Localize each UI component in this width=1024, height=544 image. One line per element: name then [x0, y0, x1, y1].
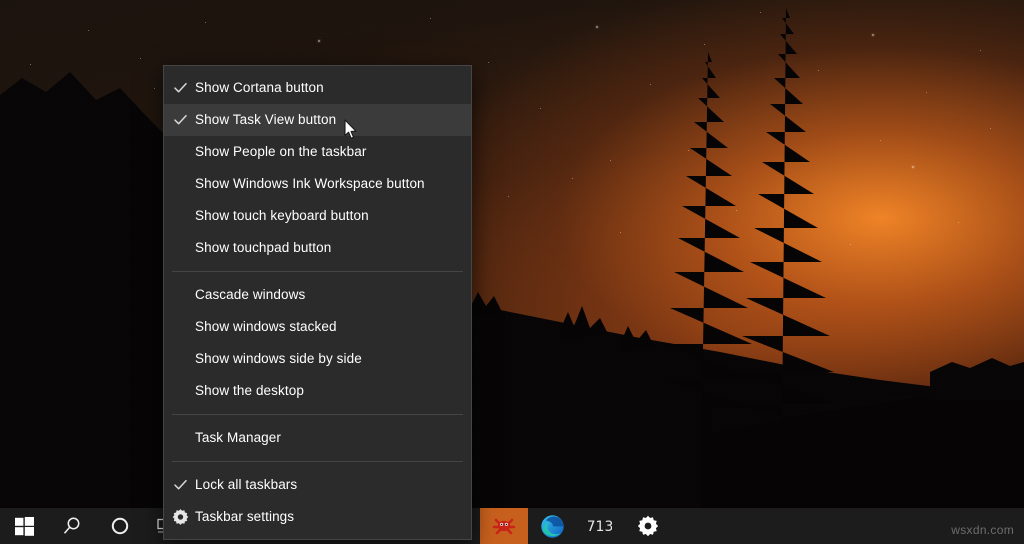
search-icon [63, 517, 80, 534]
app-orange-crab-icon [492, 518, 516, 535]
menu-item-label: Show windows side by side [195, 351, 362, 367]
mouse-cursor [344, 119, 357, 139]
check-icon [173, 81, 188, 96]
menu-item-show-windows-ink-workspace-button[interactable]: Show Windows Ink Workspace button [164, 168, 471, 200]
menu-item-label: Task Manager [195, 430, 281, 446]
desktop-wallpaper [0, 0, 1024, 544]
check-icon [173, 478, 188, 493]
menu-item-label: Show Cortana button [195, 80, 324, 96]
menu-item-label: Show touch keyboard button [195, 208, 369, 224]
menu-separator [172, 461, 463, 462]
desktop-screen: Show Cortana button Show Task View button… [0, 0, 1024, 544]
menu-item-show-touchpad-button[interactable]: Show touchpad button [164, 232, 471, 264]
menu-item-show-cortana-button[interactable]: Show Cortana button [164, 72, 471, 104]
menu-item-taskbar-settings[interactable]: Taskbar settings [164, 501, 471, 533]
menu-item-label: Taskbar settings [195, 509, 295, 525]
menu-item-label: Show windows stacked [195, 319, 337, 335]
menu-item-task-manager[interactable]: Task Manager [164, 422, 471, 454]
taskbar-context-menu[interactable]: Show Cortana button Show Task View button… [163, 65, 472, 540]
pinned-app-8[interactable] [528, 508, 576, 544]
menu-separator [172, 414, 463, 415]
menu-item-label: Show touchpad button [195, 240, 332, 256]
menu-item-show-the-desktop[interactable]: Show the desktop [164, 375, 471, 407]
pinned-app-7[interactable] [480, 508, 528, 544]
menu-item-lock-all-taskbars[interactable]: Lock all taskbars [164, 469, 471, 501]
site-watermark: wsxdn.com [951, 523, 1014, 537]
landscape-silhouette [0, 8, 1024, 544]
gear-icon [637, 515, 659, 537]
windows-logo-icon [14, 516, 34, 536]
cjk-glyph-icon: 713 [588, 519, 612, 535]
menu-item-show-people-on-the-taskbar[interactable]: Show People on the taskbar [164, 136, 471, 168]
menu-item-label: Cascade windows [195, 287, 306, 303]
search-button[interactable] [48, 508, 96, 544]
start-button[interactable] [0, 508, 48, 544]
menu-item-label: Show Windows Ink Workspace button [195, 176, 425, 192]
settings-button[interactable] [624, 508, 672, 544]
menu-item-show-touch-keyboard-button[interactable]: Show touch keyboard button [164, 200, 471, 232]
svg-text:713: 713 [588, 519, 612, 535]
menu-item-show-windows-side-by-side[interactable]: Show windows side by side [164, 343, 471, 375]
cortana-circle-icon [111, 517, 129, 535]
menu-item-show-windows-stacked[interactable]: Show windows stacked [164, 311, 471, 343]
taskbar[interactable]: 99+ [0, 508, 1024, 544]
menu-item-label: Show Task View button [195, 112, 337, 128]
gear-icon [172, 509, 189, 526]
pinned-app-9[interactable]: 713 [576, 508, 624, 544]
menu-item-label: Show People on the taskbar [195, 144, 367, 160]
menu-item-label: Show the desktop [195, 383, 304, 399]
cortana-button[interactable] [96, 508, 144, 544]
menu-item-show-task-view-button[interactable]: Show Task View button [164, 104, 471, 136]
check-icon [173, 113, 188, 128]
menu-item-label: Lock all taskbars [195, 477, 298, 493]
menu-item-cascade-windows[interactable]: Cascade windows [164, 279, 471, 311]
edge-browser-icon [540, 514, 564, 538]
menu-separator [172, 271, 463, 272]
